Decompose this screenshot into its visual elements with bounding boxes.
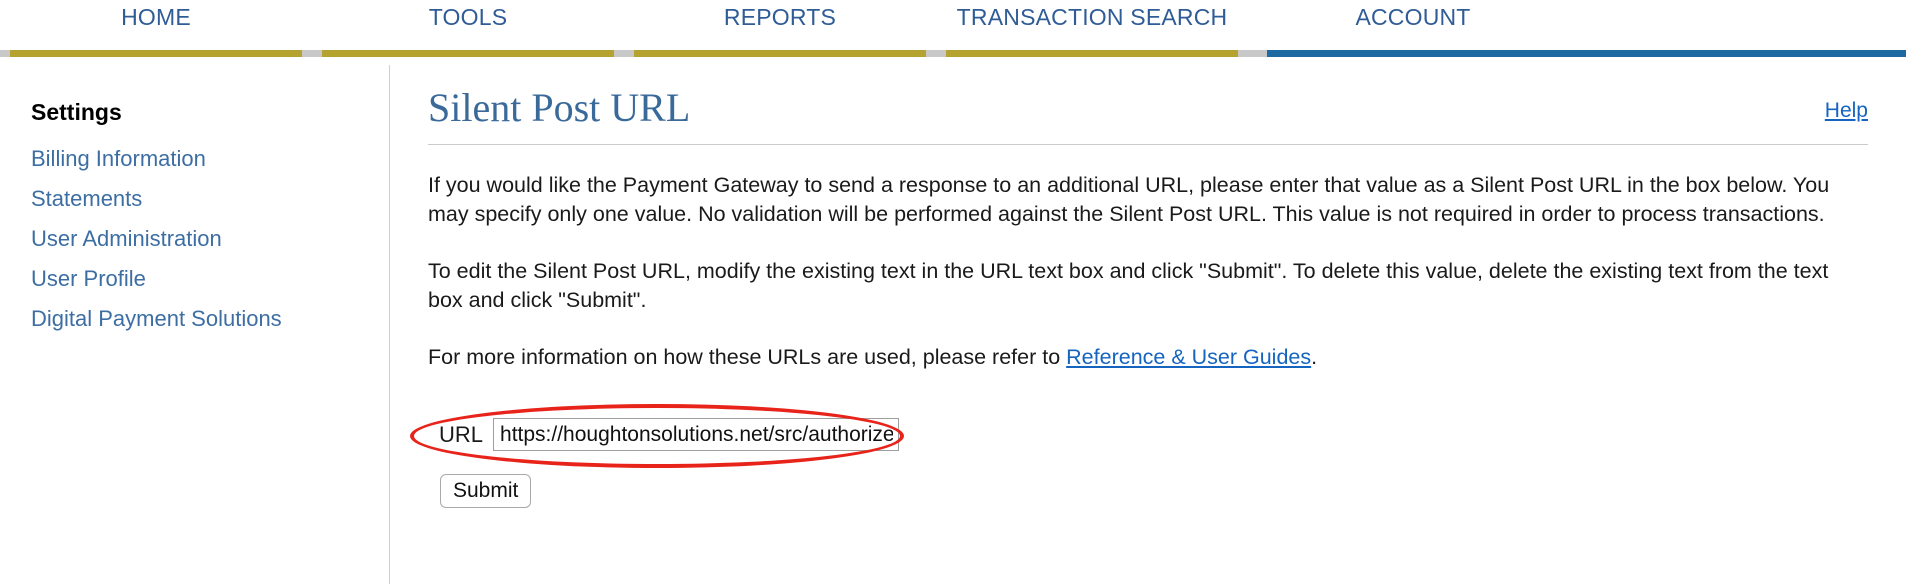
sidebar-inner: Settings Billing Information Statements … (31, 99, 371, 339)
paragraph-intro: If you would like the Payment Gateway to… (428, 173, 1830, 226)
main-panel: Silent Post URL Help If you would like t… (390, 57, 1906, 584)
nav-tab-transaction-search[interactable]: TRANSACTION SEARCH (946, 0, 1238, 57)
silent-post-url-form: URL Submit (410, 404, 1872, 532)
help-link[interactable]: Help (1825, 99, 1868, 123)
main-inner: Silent Post URL Help If you would like t… (410, 83, 1872, 532)
nav-tab-account-label: ACCOUNT (1355, 4, 1471, 30)
url-input[interactable] (493, 418, 900, 451)
nav-tab-tools[interactable]: TOOLS (322, 0, 614, 57)
nav-tab-reports-label: REPORTS (723, 4, 837, 30)
sidebar-item-user-profile[interactable]: User Profile (31, 259, 371, 299)
nav-tab-account-bar (1267, 50, 1906, 57)
nav-tab-home[interactable]: HOME (10, 0, 302, 57)
nav-tab-transaction-search-label: TRANSACTION SEARCH (956, 4, 1228, 30)
paragraph-more-info: For more information on how these URLs a… (428, 343, 1868, 372)
page-root: HOME TOOLS REPORTS TRANSACTION SEARCH AC… (0, 0, 1906, 584)
reference-user-guides-link[interactable]: Reference & User Guides (1066, 345, 1311, 369)
sidebar-heading-settings: Settings (31, 99, 122, 125)
nav-tab-home-label: HOME (121, 4, 191, 30)
sidebar-item-digital-payment-solutions[interactable]: Digital Payment Solutions (31, 299, 371, 339)
page-title: Silent Post URL (428, 85, 691, 130)
nav-tab-reports-bar (634, 50, 926, 57)
content-wrapper: Settings Billing Information Statements … (0, 57, 1906, 584)
page-title-row: Silent Post URL Help (428, 83, 1872, 141)
nav-tab-tools-label: TOOLS (428, 4, 508, 30)
submit-button[interactable]: Submit (440, 474, 532, 508)
nav-tab-account[interactable]: ACCOUNT (1267, 0, 1906, 57)
url-field-row: URL (410, 404, 904, 468)
url-field-label: URL (439, 421, 484, 447)
paragraph-more-info-suffix: . (1311, 345, 1318, 369)
top-navigation: HOME TOOLS REPORTS TRANSACTION SEARCH AC… (0, 0, 1906, 57)
sidebar-item-billing-information[interactable]: Billing Information (31, 139, 371, 179)
sidebar-item-user-administration[interactable]: User Administration (31, 219, 371, 259)
title-divider (428, 144, 1868, 145)
nav-tab-tools-bar (322, 50, 614, 57)
nav-tab-reports[interactable]: REPORTS (634, 0, 926, 57)
sidebar: Settings Billing Information Statements … (0, 57, 390, 584)
nav-tab-transaction-search-bar (946, 50, 1238, 57)
sidebar-item-statements[interactable]: Statements (31, 179, 371, 219)
paragraph-more-info-prefix: For more information on how these URLs a… (428, 345, 1067, 369)
nav-tab-home-bar (10, 50, 302, 57)
paragraph-edit-instructions: To edit the Silent Post URL, modify the … (428, 259, 1829, 312)
